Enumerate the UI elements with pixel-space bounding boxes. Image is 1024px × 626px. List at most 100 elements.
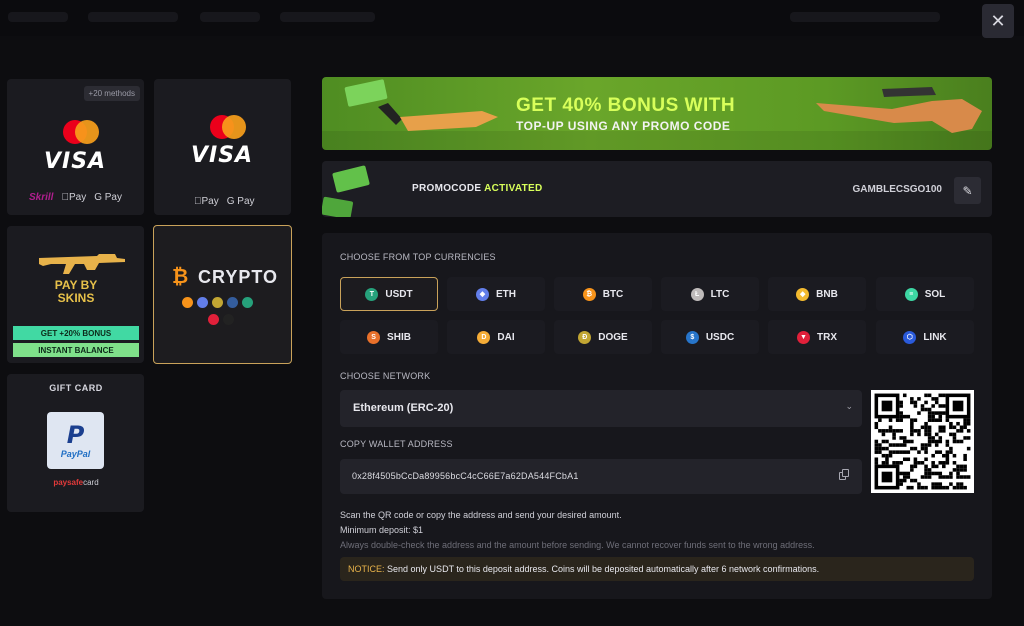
trx-icon	[208, 314, 219, 325]
crypto-title: ₿ CRYPTO	[172, 266, 279, 288]
trx-icon: ▼	[797, 330, 810, 344]
qr-code	[871, 390, 974, 493]
banner-subline: TOP-UP USING ANY PROMO CODE	[516, 119, 731, 133]
currency-dai-button[interactable]: D DAI	[447, 320, 545, 354]
currency-bnb-button[interactable]: ◆ BNB	[768, 277, 866, 311]
doge-icon: Ð	[578, 330, 592, 344]
currency-sol-button[interactable]: ≡ SOL	[876, 277, 974, 311]
doge-icon	[212, 297, 223, 308]
currency-label: LTC	[710, 288, 730, 300]
chevron-down-icon: ⌄	[845, 401, 853, 411]
ltc-icon	[227, 297, 238, 308]
promo-banner[interactable]: GET 40% BONUS WITH TOP-UP USING ANY PROM…	[322, 77, 992, 150]
warning-text: Always double-check the address and the …	[340, 540, 815, 550]
currency-usdt-button[interactable]: T USDT	[340, 277, 438, 311]
currency-label: SHIB	[387, 331, 411, 343]
currency-label: USDC	[705, 331, 735, 343]
usdt-icon: T	[365, 287, 379, 301]
link-icon: ⬡	[903, 330, 917, 344]
copy-icon[interactable]	[839, 469, 851, 481]
cash-icon	[322, 165, 370, 217]
visa-logo: VISA	[191, 143, 254, 168]
wallet-address-field[interactable]: 0x28f4505bCcDa89956bcC4cC66E7a62DA544FCb…	[340, 459, 862, 494]
currency-ltc-button[interactable]: Ł LTC	[661, 277, 759, 311]
blurred-nav	[88, 12, 178, 22]
close-icon: ✕	[990, 10, 1006, 31]
currency-label: BTC	[602, 288, 624, 300]
promocode-value: GAMBLECSGO100	[852, 184, 942, 195]
edit-promocode-button[interactable]: ✎	[954, 177, 981, 204]
currency-label: DAI	[497, 331, 515, 343]
top-bar	[0, 0, 1024, 36]
blurred-nav	[280, 12, 375, 22]
sol-icon	[223, 314, 234, 325]
knife-icon	[378, 103, 498, 131]
paypal-logo: P PayPal	[47, 412, 104, 469]
currency-eth-button[interactable]: ◆ ETH	[447, 277, 545, 311]
promocode-bar: PROMOCODE ACTIVATED GAMBLECSGO100 ✎	[322, 161, 992, 217]
sol-icon: ≡	[904, 287, 918, 301]
ltc-icon: Ł	[690, 287, 704, 301]
notice-banner: NOTICE: Send only USDT to this deposit a…	[340, 557, 974, 581]
method-card-skins[interactable]: PAY BY SKINS GET +20% BONUS INSTANT BALA…	[7, 226, 144, 363]
btc-icon	[182, 297, 193, 308]
network-label: CHOOSE NETWORK	[340, 371, 431, 381]
currency-label: DOGE	[598, 331, 628, 343]
skrill-logo: Skrill	[29, 192, 54, 203]
dai-icon: D	[477, 330, 491, 344]
method-card-visa[interactable]: VISA Pay G Pay	[154, 79, 291, 215]
bitcoin-icon: ₿	[172, 266, 190, 288]
currency-link-button[interactable]: ⬡ LINK	[876, 320, 974, 354]
mastercard-icon	[50, 120, 100, 150]
visa-logo: VISA	[44, 149, 107, 174]
currency-usdc-button[interactable]: $ USDC	[661, 320, 759, 354]
pay-by-skins-title: PAY BY SKINS	[54, 278, 98, 305]
shib-icon: S	[367, 330, 381, 344]
rifle-skin-icon	[816, 87, 982, 133]
method-card-giftcard[interactable]: GIFT CARD P PayPal paysafecard	[7, 374, 144, 512]
apple-pay-logo: Pay	[61, 192, 86, 203]
network-value: Ethereum (ERC-20)	[353, 402, 454, 414]
currency-trx-button[interactable]: ▼ TRX	[768, 320, 866, 354]
blurred-nav	[8, 12, 68, 22]
address-label: COPY WALLET ADDRESS	[340, 439, 453, 449]
usdc-icon: $	[685, 330, 699, 344]
instant-balance-badge: INSTANT BALANCE	[13, 343, 139, 357]
minimum-deposit-text: Minimum deposit: $1	[340, 525, 424, 535]
wallet-address: 0x28f4505bCcDa89956bcC4cC66E7a62DA544FCb…	[352, 471, 579, 481]
eth-icon	[197, 297, 208, 308]
eth-icon: ◆	[476, 287, 489, 301]
crypto-coin-icons	[208, 314, 234, 325]
promocode-status: PROMOCODE ACTIVATED	[412, 183, 543, 194]
banner-headline: GET 40% BONUS WITH	[516, 95, 736, 116]
blurred-nav	[790, 12, 940, 22]
payment-logos: Pay G Pay	[194, 196, 255, 207]
instructions-text: Scan the QR code or copy the address and…	[340, 510, 622, 520]
method-card-cards-plus[interactable]: +20 methods VISA Skrill Pay G Pay	[7, 79, 144, 215]
currency-label: LINK	[923, 331, 947, 343]
bnb-icon: ◆	[796, 287, 810, 301]
close-button[interactable]: ✕	[982, 4, 1014, 38]
currency-label: TRX	[817, 331, 837, 343]
currency-shib-button[interactable]: S SHIB	[340, 320, 438, 354]
currency-doge-button[interactable]: Ð DOGE	[554, 320, 652, 354]
payment-logos: Skrill Pay G Pay	[29, 192, 122, 203]
method-card-crypto[interactable]: ₿ CRYPTO	[153, 225, 292, 364]
apple-pay-logo: Pay	[194, 196, 219, 207]
currency-label: SOL	[924, 288, 946, 300]
paysafecard-logo: paysafecard	[53, 478, 99, 487]
google-pay-logo: G Pay	[219, 196, 255, 207]
google-pay-logo: G Pay	[86, 192, 122, 203]
btc-icon: ₿	[582, 287, 596, 301]
currency-btc-button[interactable]: ₿ BTC	[554, 277, 652, 311]
bonus-badge: GET +20% BONUS	[13, 326, 139, 340]
currency-label: BNB	[816, 288, 838, 300]
pencil-icon: ✎	[962, 183, 973, 198]
crypto-coin-icons	[182, 297, 253, 308]
currency-label: USDT	[385, 288, 413, 300]
gift-card-title: GIFT CARD	[49, 383, 103, 393]
currency-label: ETH	[496, 288, 516, 300]
methods-count-badge: +20 methods	[83, 86, 140, 101]
network-select[interactable]: Ethereum (ERC-20) ⌄	[340, 390, 862, 427]
mastercard-icon	[197, 115, 247, 145]
